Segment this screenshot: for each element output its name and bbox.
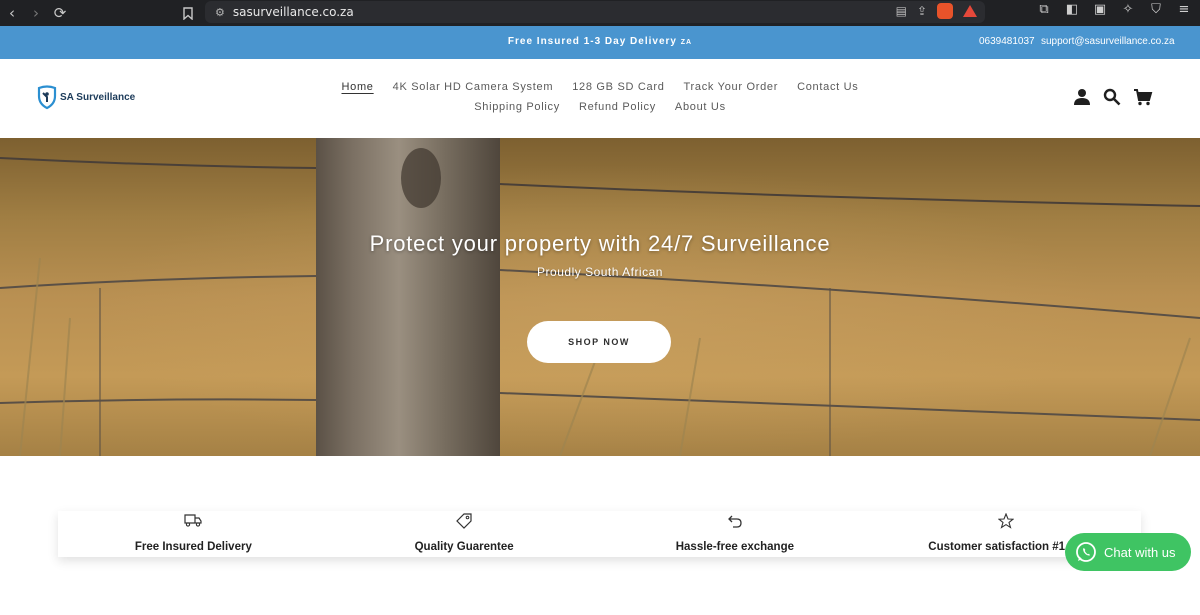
nav-shipping-policy[interactable]: Shipping Policy [474,101,560,113]
tag-icon [456,513,472,529]
url-text[interactable]: sasurveillance.co.za [233,5,354,19]
nav-4k-solar-camera[interactable]: 4K Solar HD Camera System [393,81,554,93]
shop-now-button[interactable]: SHOP NOW [527,321,671,363]
country-code: ZA [680,39,693,46]
site-settings-icon[interactable]: ⚙ [215,6,225,19]
feature-exchange: Hassle-free exchange [600,511,871,557]
main-navigation: Home 4K Solar HD Camera System 128 GB SD… [340,81,860,121]
return-arrow-icon [727,515,742,528]
account-icon[interactable] [1073,88,1091,106]
star-icon [997,513,1014,529]
menu-icon[interactable]: ≡ [1176,2,1192,17]
search-icon[interactable] [1103,88,1121,106]
vpn-icon[interactable]: ⛉ [1148,2,1164,17]
site-logo[interactable]: SA Surveillance [36,84,135,110]
reload-icon[interactable]: ⟳ [48,2,72,24]
support-email[interactable]: support@sasurveillance.co.za [1041,36,1175,47]
sidebar-icon[interactable]: ◧ [1064,2,1080,17]
shield-logo-icon [37,85,57,110]
hero-subtitle: Proudly South African [537,265,663,279]
features-bar: Free Insured Delivery Quality Guarentee … [58,511,1141,557]
barbed-wire-image [0,157,1200,456]
nav-refund-policy[interactable]: Refund Policy [579,101,656,113]
leo-ai-icon[interactable]: ✧ [1120,2,1136,17]
nav-about[interactable]: About Us [675,101,726,113]
nav-track-order[interactable]: Track Your Order [684,81,779,93]
hero-banner: Protect your property with 24/7 Surveill… [0,138,1200,456]
hero-title: Protect your property with 24/7 Surveill… [369,231,831,256]
feature-label: Quality Guarentee [414,541,514,553]
browser-toolbar: ‹ › ⟳ ⚙ sasurveillance.co.za ▤ ⇪ ⧉ ◧ ▣ ✧… [0,0,1200,26]
feature-label: Hassle-free exchange [675,541,794,553]
cart-icon[interactable] [1133,88,1153,106]
site-header: SA Surveillance Home 4K Solar HD Camera … [0,59,1200,138]
share-icon[interactable]: ⇪ [917,4,927,18]
brave-rewards-icon[interactable] [963,5,977,17]
whatsapp-chat-button[interactable]: Chat with us [1065,533,1191,571]
feature-delivery: Free Insured Delivery [58,511,329,557]
back-icon[interactable]: ‹ [0,2,24,24]
wallet-icon[interactable]: ▣ [1092,2,1108,17]
nav-contact[interactable]: Contact Us [797,81,858,93]
address-bar[interactable]: ⚙ sasurveillance.co.za ▤ ⇪ [205,1,985,23]
truck-icon [184,514,202,527]
chat-label: Chat with us [1104,544,1176,560]
nav-sd-card[interactable]: 128 GB SD Card [572,81,664,93]
feature-label: Free Insured Delivery [134,541,252,553]
header-icons [1073,88,1153,106]
screenshot-icon[interactable]: ⧉ [1036,2,1052,17]
whatsapp-icon [1076,542,1096,562]
brave-shields-icon[interactable] [937,3,953,19]
forward-icon[interactable]: › [24,2,48,24]
reader-mode-icon[interactable]: ▤ [896,4,907,18]
announcement-bar: Free Insured 1-3 Day Delivery ZA 0639481… [0,26,1200,59]
feature-quality: Quality Guarentee [329,511,600,557]
phone-number[interactable]: 0639481037 [979,36,1035,47]
logo-text: SA Surveillance [60,91,136,103]
bookmark-icon[interactable] [176,2,200,24]
nav-home[interactable]: Home [341,81,373,93]
